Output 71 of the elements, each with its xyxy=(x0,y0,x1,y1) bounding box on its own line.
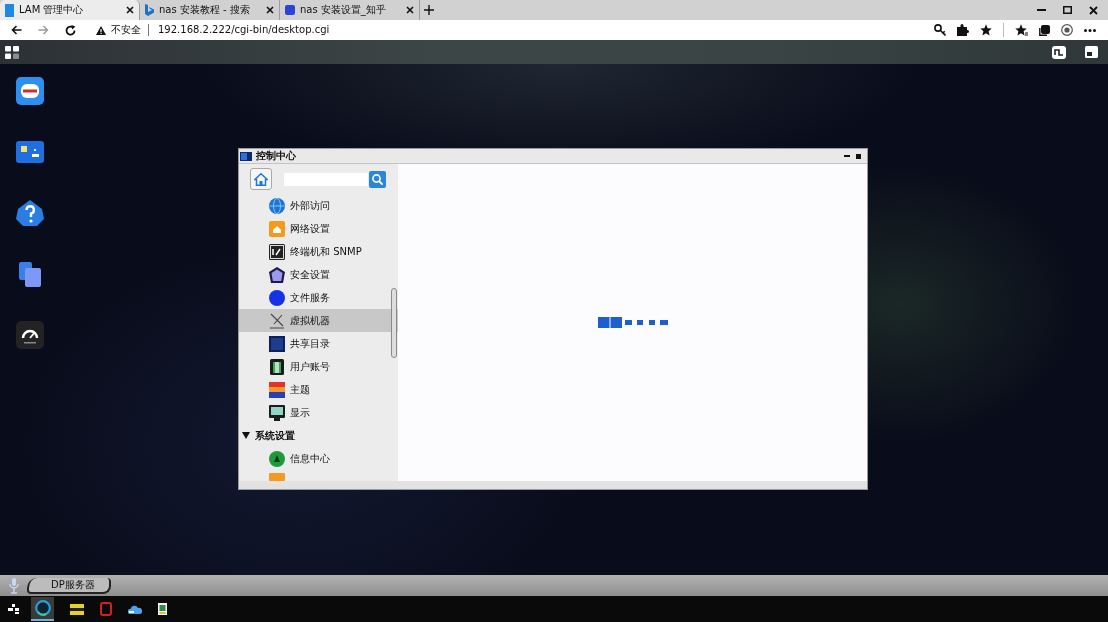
more-icon[interactable] xyxy=(1084,28,1096,32)
sidebar-section[interactable]: 系统设置 xyxy=(239,424,398,447)
taskbar-tab[interactable]: DP服务器 xyxy=(27,577,111,594)
gauge-icon[interactable] xyxy=(16,321,44,349)
page-icon xyxy=(5,3,14,17)
security-indicator[interactable]: 不安全 xyxy=(111,24,149,36)
search-field[interactable] xyxy=(284,172,368,186)
close-icon[interactable] xyxy=(266,6,274,14)
house-icon xyxy=(269,220,285,237)
file-icon[interactable] xyxy=(158,603,167,615)
search-icon xyxy=(372,173,383,185)
new-tab-icon[interactable] xyxy=(424,5,434,15)
main-menu-icon[interactable] xyxy=(5,45,19,59)
ribbon-icon xyxy=(145,4,154,16)
documents-icon[interactable] xyxy=(19,261,41,287)
home-button[interactable] xyxy=(250,168,272,190)
cloud-icon[interactable] xyxy=(128,604,142,614)
back-icon[interactable] xyxy=(11,25,22,35)
browser-tab[interactable]: LAM 管理中心 xyxy=(0,0,140,20)
card-tile-icon[interactable] xyxy=(16,141,44,163)
disc-icon xyxy=(269,289,285,306)
sidebar-item[interactable]: 用户账号 xyxy=(239,355,398,378)
help-icon[interactable] xyxy=(16,200,44,226)
emblem-icon xyxy=(269,450,285,467)
sidebar-item[interactable]: 共享目录 xyxy=(239,332,398,355)
sidebar-item[interactable]: 网络设置 xyxy=(239,217,398,240)
maximize-icon[interactable] xyxy=(856,153,861,159)
close-icon[interactable] xyxy=(126,6,134,14)
star-icon[interactable] xyxy=(980,24,992,36)
window-icon xyxy=(240,151,252,161)
globe-icon xyxy=(269,197,285,214)
sidebar-item[interactable]: 信息中心 xyxy=(239,447,398,470)
disc-tile-icon[interactable] xyxy=(16,77,44,105)
tile-icon xyxy=(269,473,285,481)
panel-icon xyxy=(269,335,285,352)
sidebar-item[interactable]: 显示 xyxy=(239,401,398,424)
layout-icon[interactable] xyxy=(1052,45,1066,59)
ring-icon xyxy=(34,600,51,616)
collections-icon[interactable] xyxy=(1039,24,1050,36)
folder-icon[interactable] xyxy=(70,603,84,615)
reload-icon[interactable] xyxy=(65,24,76,36)
square-icon xyxy=(285,5,295,15)
key-icon[interactable] xyxy=(934,24,946,36)
start-icon[interactable] xyxy=(8,604,19,614)
outline-square-icon[interactable] xyxy=(100,602,112,616)
terminal-icon xyxy=(269,243,285,260)
sidebar-item[interactable]: 外部访问 xyxy=(239,194,398,217)
search-button[interactable] xyxy=(369,170,386,188)
sidebar-item[interactable]: 终端机和 SNMP xyxy=(239,240,398,263)
extension-icon[interactable] xyxy=(957,24,969,36)
sidebar-item[interactable]: 安全设置 xyxy=(239,263,398,286)
window-title: 控制中心 xyxy=(256,150,296,162)
monitor-icon xyxy=(269,404,285,421)
device-icon xyxy=(269,358,285,375)
favorites-icon[interactable] xyxy=(1015,24,1028,36)
shield-icon xyxy=(269,266,285,283)
close-icon[interactable] xyxy=(1089,5,1098,15)
warning-icon xyxy=(96,25,106,35)
sidebar-item[interactable]: 主题 xyxy=(239,378,398,401)
loading-indicator xyxy=(597,317,668,328)
scrollbar-thumb[interactable] xyxy=(391,288,397,358)
profile-icon[interactable] xyxy=(1061,24,1073,36)
panel-icon[interactable] xyxy=(1085,46,1098,58)
taskbar-button[interactable] xyxy=(31,597,54,621)
picture-icon xyxy=(269,381,285,398)
home-icon xyxy=(254,172,268,186)
close-icon[interactable] xyxy=(406,6,414,14)
maximize-icon[interactable] xyxy=(1063,6,1072,14)
sidebar-item[interactable]: 虚拟机器 xyxy=(239,309,398,332)
crossed-lines-icon xyxy=(269,312,285,329)
sidebar-item[interactable]: 文件服务 xyxy=(239,286,398,309)
